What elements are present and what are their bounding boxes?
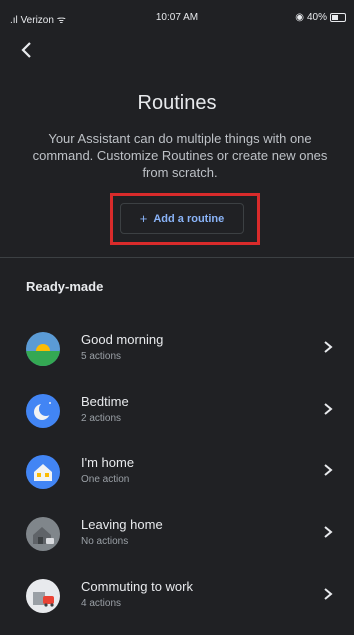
routine-name: Commuting to work <box>81 579 193 594</box>
commute-icon <box>26 579 60 613</box>
chevron-right-icon <box>324 526 333 538</box>
battery-label: 40% <box>306 12 327 23</box>
routine-item-good-morning[interactable]: Good morning 5 actions <box>0 320 354 380</box>
chevron-right-icon <box>324 341 333 353</box>
add-routine-label: Add a routine <box>153 212 225 225</box>
plus-icon: + <box>139 211 148 226</box>
sunrise-icon <box>26 332 60 366</box>
routine-name: Good morning <box>81 332 164 347</box>
routine-name: Bedtime <box>81 394 129 409</box>
chevron-right-icon <box>324 464 333 476</box>
back-arrow-icon <box>21 42 31 58</box>
routine-action-count: One action <box>81 474 130 485</box>
location-icon: ◉ <box>295 12 304 23</box>
routine-action-count: 4 actions <box>81 598 122 609</box>
leaving-home-icon <box>26 517 60 551</box>
status-bar: .ıl Verizon ᯤ 10:07 AM ◉ 40% <box>0 0 354 32</box>
routine-action-count: No actions <box>81 536 129 547</box>
section-title: Ready-made <box>26 279 104 294</box>
routine-name: Leaving home <box>81 517 163 532</box>
routine-name: I'm home <box>81 455 135 470</box>
section-divider <box>0 257 354 258</box>
routine-item-commuting-to-work[interactable]: Commuting to work 4 actions <box>0 567 354 627</box>
battery-status: ◉ 40% <box>295 12 346 23</box>
routine-action-count: 5 actions <box>81 351 122 362</box>
chevron-right-icon <box>324 588 333 600</box>
routine-item-im-home[interactable]: I'm home One action <box>0 443 354 503</box>
battery-icon <box>330 13 346 22</box>
moon-icon <box>26 394 60 428</box>
routine-item-bedtime[interactable]: Bedtime 2 actions <box>0 382 354 442</box>
page-title: Routines <box>137 92 217 114</box>
add-routine-button[interactable]: + Add a routine <box>120 203 244 234</box>
page-description: Your Assistant can do multiple things wi… <box>32 131 328 180</box>
routine-item-leaving-home[interactable]: Leaving home No actions <box>0 505 354 565</box>
house-icon <box>26 455 60 489</box>
chevron-right-icon <box>324 403 333 415</box>
back-button[interactable] <box>14 38 38 62</box>
routine-action-count: 2 actions <box>81 413 122 424</box>
